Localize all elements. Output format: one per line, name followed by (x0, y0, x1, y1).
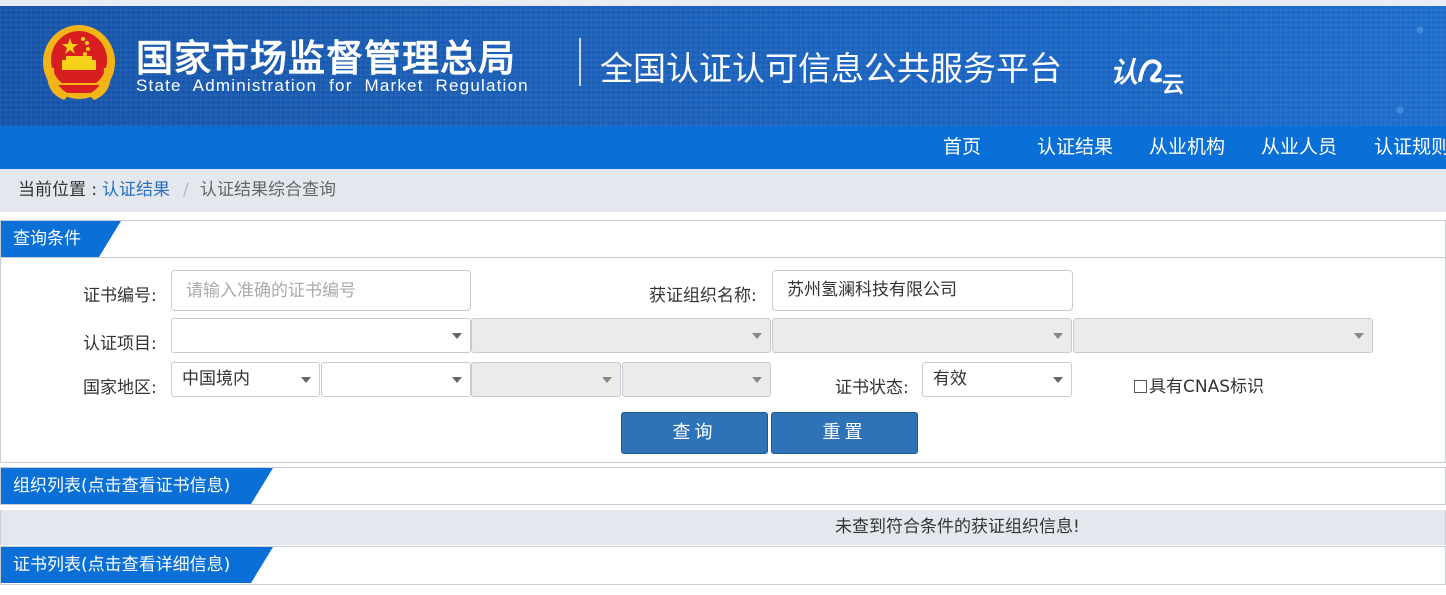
chevron-down-icon (1354, 333, 1364, 339)
chevron-down-icon (752, 377, 762, 383)
banner-divider (579, 38, 581, 86)
cnas-checkbox-label: 具有CNAS标识 (1149, 377, 1265, 397)
nav-item-institutions[interactable]: 从业机构 (1149, 126, 1225, 169)
chevron-down-icon (301, 377, 311, 383)
nav-item-personnel[interactable]: 从业人员 (1261, 126, 1337, 169)
checkbox-icon[interactable] (1134, 380, 1147, 393)
breadcrumb-prefix: 当前位置 : (18, 180, 98, 200)
search-button[interactable]: 查询 (621, 412, 768, 454)
project-select-3[interactable] (772, 318, 1072, 353)
nav-item-home[interactable]: 首页 (943, 126, 981, 169)
project-select-1[interactable] (171, 318, 471, 353)
org-list-panel: 组织列表(点击查看证书信息) (0, 467, 1446, 505)
main-nav: 首页 认证结果 从业机构 从业人员 认证规则 (0, 126, 1446, 169)
chevron-down-icon (752, 333, 762, 339)
region-label: 国家地区: (83, 378, 157, 398)
national-emblem-icon (43, 25, 115, 100)
agency-name-en: State Administration for Market Regulati… (136, 76, 529, 95)
region-select-district[interactable] (622, 362, 771, 397)
query-panel-title: 查询条件 (1, 221, 121, 257)
nav-item-cert-results[interactable]: 认证结果 (1037, 126, 1113, 169)
cert-list-header: 证书列表(点击查看详细信息) (1, 547, 1445, 584)
renyun-logo-icon: 认 云 (1110, 56, 1184, 98)
query-panel: 查询条件 证书编号: 获证组织名称: 苏州氢澜科技有限公司 认证项目: 国家地区… (0, 220, 1446, 463)
region-select-city[interactable] (471, 362, 621, 397)
org-list-title: 组织列表(点击查看证书信息) (1, 468, 273, 504)
breadcrumb-current: 认证结果综合查询 (200, 180, 336, 200)
project-select-4[interactable] (1073, 318, 1373, 353)
region-select-country[interactable]: 中国境内 (171, 362, 320, 397)
reset-button[interactable]: 重置 (771, 412, 918, 454)
org-list-header: 组织列表(点击查看证书信息) (1, 468, 1445, 504)
org-name-label: 获证组织名称: (649, 286, 757, 306)
chevron-down-icon (1053, 333, 1063, 339)
cnas-checkbox[interactable]: 具有CNAS标识 (1134, 372, 1264, 397)
status-label: 证书状态: (835, 378, 909, 398)
agency-name-cn: 国家市场监督管理总局 (136, 37, 516, 80)
platform-title: 全国认证认可信息公共服务平台 (600, 49, 1062, 88)
cert-list-title: 证书列表(点击查看详细信息) (1, 547, 273, 583)
cert-list-panel: 证书列表(点击查看详细信息) (0, 546, 1446, 585)
site-header-banner: 国家市场监督管理总局 State Administration for Mark… (0, 0, 1446, 126)
region-select-value: 中国境内 (182, 369, 250, 389)
breadcrumb: 当前位置 : 认证结果 / 认证结果综合查询 (0, 169, 1446, 212)
breadcrumb-link-cert-results[interactable]: 认证结果 (102, 169, 170, 212)
project-label: 认证项目: (83, 334, 157, 354)
chevron-down-icon (602, 377, 612, 383)
svg-text:认: 认 (1110, 56, 1138, 89)
chevron-down-icon (452, 333, 462, 339)
svg-text:云: 云 (1162, 73, 1184, 98)
query-panel-header: 查询条件 (1, 221, 1445, 258)
org-name-input[interactable]: 苏州氢澜科技有限公司 (772, 270, 1073, 311)
org-list-empty-message: 未查到符合条件的获证组织信息! (835, 517, 1080, 537)
region-select-province[interactable] (321, 362, 471, 397)
cert-no-label: 证书编号: (83, 286, 157, 306)
breadcrumb-separator: / (183, 180, 189, 200)
nav-item-cert-rules[interactable]: 认证规则 (1374, 126, 1446, 169)
chevron-down-icon (1053, 377, 1063, 383)
chevron-down-icon (452, 377, 462, 383)
project-select-2[interactable] (471, 318, 771, 353)
cert-no-input[interactable] (171, 270, 471, 311)
status-select[interactable]: 有效 (922, 362, 1072, 397)
status-select-value: 有效 (933, 369, 967, 389)
org-list-empty-row: 未查到符合条件的获证组织信息! (0, 510, 1446, 545)
banner-top-strip (0, 0, 1446, 6)
